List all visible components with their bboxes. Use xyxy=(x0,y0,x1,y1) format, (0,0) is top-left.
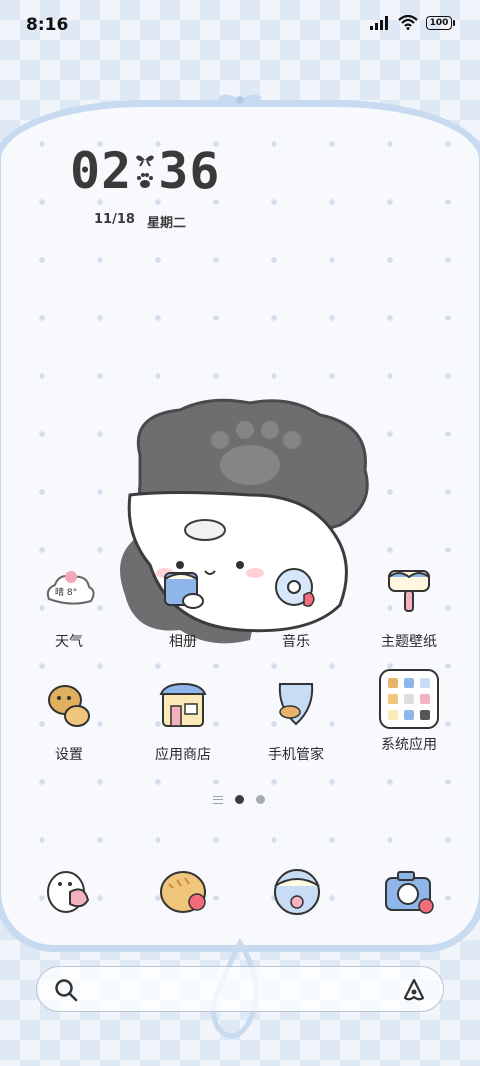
weather-badge: 晴 8° xyxy=(55,588,78,598)
music-icon xyxy=(268,565,324,621)
app-settings[interactable]: 设置 xyxy=(14,678,124,764)
status-icons: 100 xyxy=(370,15,455,30)
system-apps-folder-icon xyxy=(378,668,440,730)
date-row: 11/18 星期二 xyxy=(94,212,186,231)
clock-widget[interactable]: 02 36 xyxy=(70,142,220,200)
app-label: 天气 xyxy=(55,634,83,650)
weather-icon: 晴 8° xyxy=(41,565,97,621)
app-label: 系统应用 xyxy=(381,737,437,753)
camera-icon xyxy=(385,871,434,914)
dock-camera[interactable] xyxy=(380,862,440,922)
app-store-icon xyxy=(155,678,211,734)
assistant-icon[interactable] xyxy=(401,977,427,1003)
ribbon-bow-icon xyxy=(218,94,262,104)
menu-lines-icon xyxy=(213,795,223,804)
app-label: 音乐 xyxy=(282,634,310,650)
dock-browser[interactable] xyxy=(267,862,327,922)
page-dot-active xyxy=(235,795,244,804)
phone-manager-icon xyxy=(268,678,324,734)
battery-icon: 100 xyxy=(426,15,455,30)
messages-icon xyxy=(160,871,206,913)
themes-icon xyxy=(381,565,437,621)
wifi-icon xyxy=(398,15,418,30)
browser-icon xyxy=(274,869,320,915)
page-dot xyxy=(256,795,265,804)
clock-hour: 02 xyxy=(70,142,133,200)
bow-icon xyxy=(136,155,155,167)
gallery-icon xyxy=(155,565,211,621)
weekday-text: 星期二 xyxy=(146,216,186,231)
status-time: 8:16 xyxy=(26,15,69,35)
app-weather[interactable]: 晴 8° 天气 xyxy=(14,565,124,651)
clock-minute: 36 xyxy=(158,142,221,200)
dock-phone[interactable] xyxy=(40,862,100,922)
settings-icon xyxy=(41,678,97,734)
app-music[interactable]: 音乐 xyxy=(241,565,351,651)
app-gallery[interactable]: 相册 xyxy=(128,565,238,651)
search-bar[interactable] xyxy=(36,966,444,1012)
dock-messages[interactable] xyxy=(155,862,215,922)
paw-icon xyxy=(137,173,154,188)
app-label: 应用商店 xyxy=(155,747,211,763)
app-label: 手机管家 xyxy=(268,747,324,763)
app-label: 设置 xyxy=(55,747,83,763)
status-bar: 8:16 100 xyxy=(0,0,480,50)
app-label: 相册 xyxy=(169,634,197,650)
app-themes[interactable]: 主题壁纸 xyxy=(354,565,464,651)
clock-separator xyxy=(134,149,156,193)
app-system-folder[interactable]: 系统应用 xyxy=(354,668,464,754)
battery-level: 100 xyxy=(429,17,449,28)
date-text: 11/18 xyxy=(94,212,135,227)
search-icon xyxy=(55,979,78,1002)
signal-icon xyxy=(370,15,388,30)
app-label: 主题壁纸 xyxy=(381,634,437,650)
page-indicator[interactable] xyxy=(213,795,265,804)
app-phone-manager[interactable]: 手机管家 xyxy=(241,678,351,764)
phone-icon xyxy=(47,871,90,913)
app-store[interactable]: 应用商店 xyxy=(128,678,238,764)
